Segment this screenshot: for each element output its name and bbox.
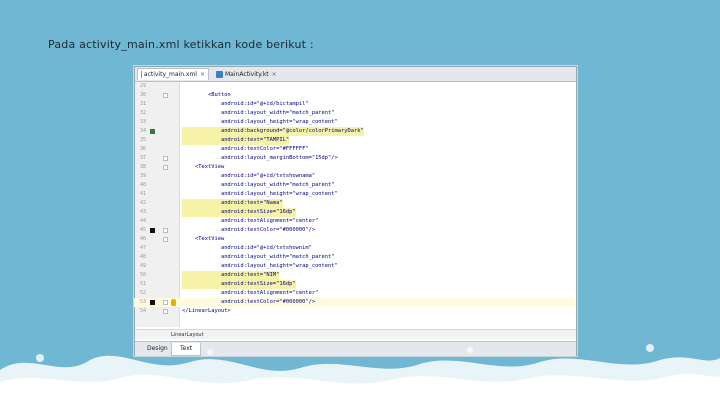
- line-number: 32: [139, 110, 146, 116]
- code-text: android:background="@color/colorPrimaryD…: [182, 127, 364, 136]
- code-line[interactable]: 48 android:layout_width="match_parent": [134, 253, 575, 262]
- fold-icon[interactable]: [163, 309, 168, 314]
- code-text: android:textColor="#000000"/>: [182, 227, 316, 233]
- code-line[interactable]: 49 android:layout_height="wrap_content": [134, 262, 575, 271]
- line-number: 42: [139, 200, 146, 206]
- code-line[interactable]: 32 android:layout_width="match_parent": [134, 109, 575, 118]
- line-number: 49: [139, 263, 146, 269]
- line-number: 45: [139, 227, 146, 233]
- code-line[interactable]: 51 android:textSize="16dp": [134, 280, 575, 289]
- line-number: 47: [139, 245, 146, 251]
- line-number: 41: [139, 191, 146, 197]
- line-number: 38: [139, 164, 146, 170]
- code-line[interactable]: 46 <TextView: [134, 235, 575, 244]
- line-number: 35: [139, 137, 146, 143]
- code-line[interactable]: 31 android:id="@+id/bictampil": [134, 100, 575, 109]
- watercolor-splash-decoration: [0, 344, 720, 405]
- code-line[interactable]: 54 </LinearLayout>: [134, 307, 575, 316]
- breadcrumb[interactable]: LinearLayout: [135, 329, 576, 339]
- fold-icon[interactable]: [163, 300, 168, 305]
- code-line[interactable]: 38 <TextView: [134, 163, 575, 172]
- fold-icon[interactable]: [163, 237, 168, 242]
- code-lines: 29 30 <Button 31 android:id="@+id/bictampi…: [134, 66, 575, 326]
- code-line[interactable]: 50 android:text="NIM": [134, 271, 575, 280]
- slide-title: Pada activity_main.xml ketikkan kode ber…: [48, 38, 314, 51]
- line-number: 46: [139, 236, 146, 242]
- fold-icon[interactable]: [163, 228, 168, 233]
- code-line[interactable]: 41 android:layout_height="wrap_content": [134, 190, 575, 199]
- code-line[interactable]: 53 android:textColor="#000000"/>: [134, 298, 575, 307]
- code-line[interactable]: 40 android:layout_width="match_parent": [134, 181, 575, 190]
- code-text: android:textColor="#000000"/>: [182, 299, 316, 305]
- line-number: 29: [139, 83, 146, 89]
- line-number: 40: [139, 182, 146, 188]
- code-line[interactable]: 45 android:textColor="#000000"/>: [134, 226, 575, 235]
- code-text: android:layout_width="match_parent": [182, 182, 335, 188]
- code-text: </LinearLayout>: [182, 308, 231, 314]
- line-number: 53: [139, 299, 146, 305]
- color-swatch-icon: [150, 300, 155, 305]
- line-number: 52: [139, 290, 146, 296]
- line-number: 33: [139, 119, 146, 125]
- code-text: android:layout_height="wrap_content": [182, 119, 338, 125]
- code-line[interactable]: 47 android:id="@+id/txtshownim": [134, 244, 575, 253]
- line-number: 54: [139, 308, 146, 314]
- line-number: 30: [139, 92, 146, 98]
- fold-icon[interactable]: [163, 93, 168, 98]
- code-text: android:textSize="16dp": [182, 280, 296, 289]
- code-text: android:id="@+id/txtshownama": [182, 173, 316, 179]
- code-line[interactable]: 43 android:textSize="16dp": [134, 208, 575, 217]
- line-number: 50: [139, 272, 146, 278]
- color-swatch-icon: [150, 129, 155, 134]
- code-text: android:text="NIM": [182, 271, 280, 280]
- line-number: 51: [139, 281, 146, 287]
- code-line[interactable]: 42 android:text="Nama": [134, 199, 575, 208]
- code-line[interactable]: 30 <Button: [134, 91, 575, 100]
- line-number: 43: [139, 209, 146, 215]
- line-number: 31: [139, 101, 146, 107]
- code-text: android:layout_marginBottom="15dp"/>: [182, 155, 338, 161]
- code-text: android:id="@+id/bictampil": [182, 101, 309, 107]
- code-text: android:textSize="16dp": [182, 208, 296, 217]
- line-number: 44: [139, 218, 146, 224]
- fold-icon[interactable]: [163, 156, 168, 161]
- code-text: <TextView: [182, 236, 225, 242]
- code-line[interactable]: 36 android:textColor="#FFFFFF": [134, 145, 575, 154]
- code-text: android:text="Nama": [182, 199, 283, 208]
- code-line[interactable]: 37 android:layout_marginBottom="15dp"/>: [134, 154, 575, 163]
- code-line[interactable]: 35 android:text="TAMPIL": [134, 136, 575, 145]
- code-text: android:layout_height="wrap_content": [182, 191, 338, 197]
- code-line[interactable]: 29: [134, 82, 575, 91]
- lightbulb-icon[interactable]: [171, 299, 176, 306]
- code-text: android:layout_height="wrap_content": [182, 263, 338, 269]
- code-line[interactable]: 34 android:background="@color/colorPrima…: [134, 127, 575, 136]
- line-number: 36: [139, 146, 146, 152]
- code-text: android:layout_width="match_parent": [182, 254, 335, 260]
- code-line[interactable]: 52 android:textAlignment="center": [134, 289, 575, 298]
- code-text: <Button: [182, 92, 231, 98]
- code-text: android:textAlignment="center": [182, 290, 319, 296]
- line-number: 39: [139, 173, 146, 179]
- code-line[interactable]: 44 android:textAlignment="center": [134, 217, 575, 226]
- color-swatch-icon: [150, 228, 155, 233]
- code-text: android:text="TAMPIL": [182, 136, 290, 145]
- code-text: android:textColor="#FFFFFF": [182, 146, 309, 152]
- code-text: android:textAlignment="center": [182, 218, 319, 224]
- code-line[interactable]: 33 android:layout_height="wrap_content": [134, 118, 575, 127]
- line-number: 37: [139, 155, 146, 161]
- code-text: android:id="@+id/txtshownim": [182, 245, 312, 251]
- code-text: <TextView: [182, 164, 225, 170]
- line-number: 48: [139, 254, 146, 260]
- line-number: 34: [139, 128, 146, 134]
- code-line[interactable]: 39 android:id="@+id/txtshownama": [134, 172, 575, 181]
- fold-icon[interactable]: [163, 165, 168, 170]
- code-text: android:layout_width="match_parent": [182, 110, 335, 116]
